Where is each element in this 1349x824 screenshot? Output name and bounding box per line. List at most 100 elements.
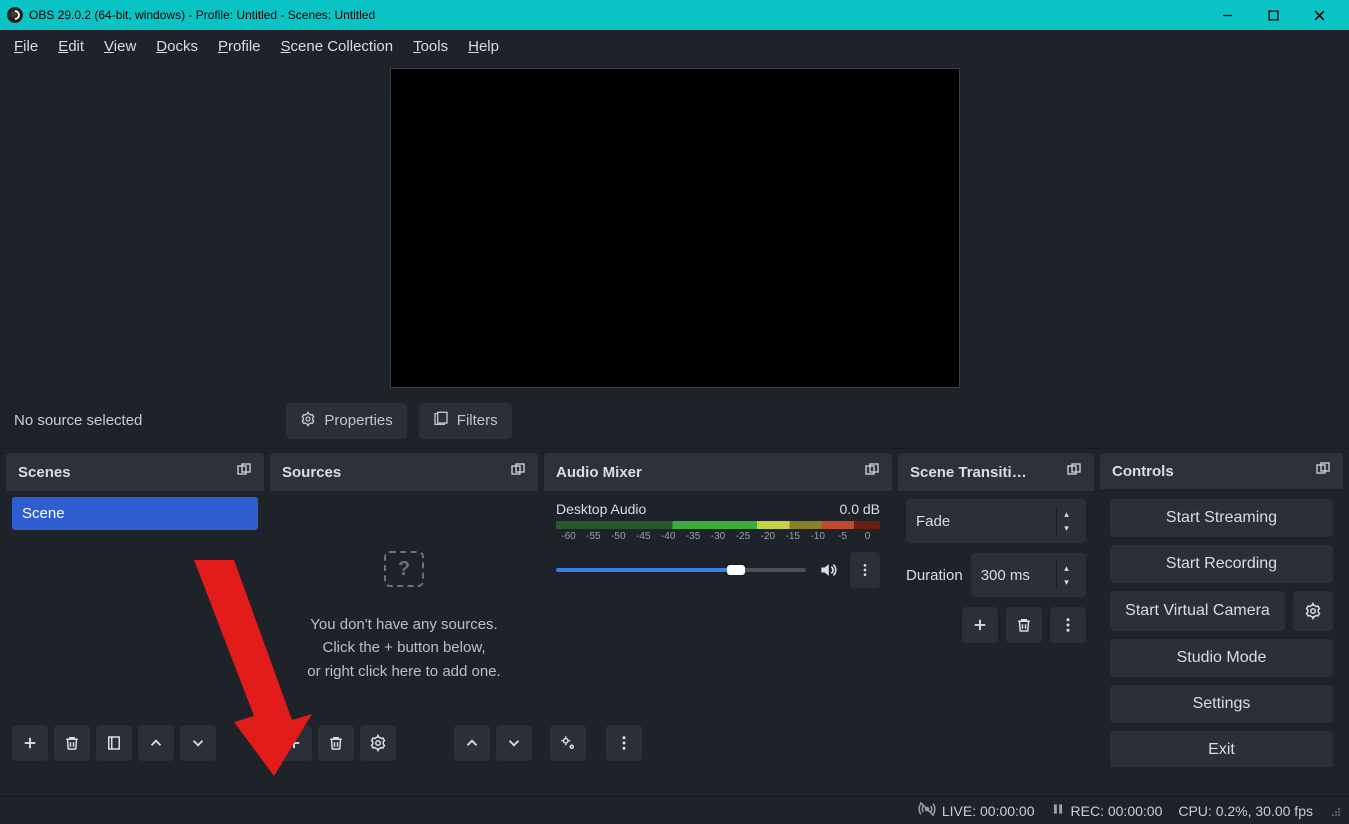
- scenes-list[interactable]: Scene: [6, 491, 264, 719]
- audio-meter: [556, 521, 880, 529]
- sources-header: Sources: [270, 453, 538, 491]
- gear-icon: [300, 411, 316, 431]
- add-transition-button[interactable]: [962, 607, 998, 643]
- duration-value: 300 ms: [981, 567, 1030, 584]
- menu-help[interactable]: Help: [468, 38, 499, 55]
- minimize-button[interactable]: [1204, 1, 1250, 29]
- chevron-down-icon: ▾: [1057, 521, 1076, 535]
- add-source-button[interactable]: [276, 725, 312, 761]
- audio-mixer-dock: Audio Mixer Desktop Audio 0.0 dB -60-55-…: [544, 453, 892, 767]
- virtual-camera-settings-button[interactable]: [1293, 591, 1333, 631]
- speaker-icon[interactable]: [814, 556, 842, 584]
- studio-mode-button[interactable]: Studio Mode: [1110, 639, 1333, 677]
- sources-dock: Sources ? You don't have any sources. Cl…: [270, 453, 538, 767]
- source-properties-button[interactable]: [360, 725, 396, 761]
- start-recording-button[interactable]: Start Recording: [1110, 545, 1333, 583]
- menu-tools[interactable]: Tools: [413, 38, 448, 55]
- volume-slider[interactable]: [556, 568, 806, 572]
- start-virtual-camera-button[interactable]: Start Virtual Camera: [1110, 591, 1285, 631]
- menu-docks[interactable]: Docks: [156, 38, 198, 55]
- transitions-dock: Scene Transiti… Fade ▴▾ Duration 300 ms …: [898, 453, 1094, 767]
- scenes-dock: Scenes Scene: [6, 453, 264, 767]
- remove-transition-button[interactable]: [1006, 607, 1042, 643]
- menu-scene-collection[interactable]: Scene Collection: [281, 38, 394, 55]
- filters-button[interactable]: Filters: [419, 403, 512, 439]
- audio-body: Desktop Audio 0.0 dB -60-55-50-45-40-35-…: [544, 491, 892, 719]
- popout-icon[interactable]: [1315, 461, 1331, 481]
- titlebar: OBS 29.0.2 (64-bit, windows) - Profile: …: [0, 0, 1349, 30]
- audio-track-db: 0.0 dB: [840, 501, 880, 517]
- source-down-button[interactable]: [496, 725, 532, 761]
- scene-down-button[interactable]: [180, 725, 216, 761]
- remove-source-button[interactable]: [318, 725, 354, 761]
- sources-title: Sources: [282, 464, 341, 481]
- transition-selected: Fade: [916, 513, 950, 530]
- audio-track-menu-button[interactable]: [850, 552, 880, 588]
- maximize-button[interactable]: [1250, 1, 1296, 29]
- record-status: REC: 00:00:00: [1051, 802, 1163, 819]
- audio-footer: [544, 719, 892, 767]
- chevron-up-icon: ▴: [1057, 561, 1076, 575]
- scene-item[interactable]: Scene: [12, 497, 258, 530]
- menu-edit[interactable]: Edit: [58, 38, 84, 55]
- window-buttons: [1204, 1, 1342, 29]
- audio-advanced-button[interactable]: [550, 725, 586, 761]
- transition-select-spinner[interactable]: ▴▾: [1056, 507, 1076, 535]
- sources-empty-line2: Click the + button below,: [288, 636, 520, 659]
- controls-header: Controls: [1100, 453, 1343, 489]
- menu-profile[interactable]: Profile: [218, 38, 261, 55]
- transitions-body: Fade ▴▾ Duration 300 ms ▴▾: [898, 491, 1094, 651]
- popout-icon[interactable]: [864, 462, 880, 482]
- popout-icon[interactable]: [1066, 462, 1082, 482]
- sources-footer: [270, 719, 538, 767]
- start-streaming-button[interactable]: Start Streaming: [1110, 499, 1333, 537]
- duration-input[interactable]: 300 ms ▴▾: [971, 553, 1086, 597]
- scenes-title: Scenes: [18, 464, 71, 481]
- popout-icon[interactable]: [236, 462, 252, 482]
- exit-button[interactable]: Exit: [1110, 731, 1333, 767]
- menubar: File Edit View Docks Profile Scene Colle…: [0, 30, 1349, 63]
- transition-select[interactable]: Fade ▴▾: [906, 499, 1086, 543]
- program-preview[interactable]: [390, 68, 960, 388]
- menu-file[interactable]: File: [14, 38, 38, 55]
- window-title: OBS 29.0.2 (64-bit, windows) - Profile: …: [29, 8, 375, 22]
- audio-title: Audio Mixer: [556, 464, 642, 481]
- scenes-header: Scenes: [6, 453, 264, 491]
- live-time: LIVE: 00:00:00: [942, 803, 1035, 819]
- properties-label: Properties: [324, 412, 392, 429]
- cpu-status: CPU: 0.2%, 30.00 fps: [1178, 803, 1313, 819]
- scene-up-button[interactable]: [138, 725, 174, 761]
- duration-label: Duration: [906, 567, 963, 584]
- filters-label: Filters: [457, 412, 498, 429]
- no-source-label: No source selected: [14, 412, 142, 429]
- transitions-title: Scene Transiti…: [910, 464, 1027, 481]
- audio-track: Desktop Audio 0.0 dB -60-55-50-45-40-35-…: [548, 495, 888, 592]
- audio-menu-button[interactable]: [606, 725, 642, 761]
- cpu-text: CPU: 0.2%, 30.00 fps: [1178, 803, 1313, 819]
- source-toolbar: No source selected Properties Filters: [0, 393, 1349, 449]
- obs-logo-icon: [7, 7, 23, 23]
- sources-empty-line1: You don't have any sources.: [288, 613, 520, 636]
- sources-empty-line3: or right click here to add one.: [288, 660, 520, 683]
- controls-title: Controls: [1112, 463, 1174, 480]
- question-icon: ?: [384, 551, 424, 587]
- remove-scene-button[interactable]: [54, 725, 90, 761]
- popout-icon[interactable]: [510, 462, 526, 482]
- statusbar: LIVE: 00:00:00 REC: 00:00:00 CPU: 0.2%, …: [0, 796, 1349, 824]
- broadcast-off-icon: [918, 800, 936, 821]
- duration-spinner[interactable]: ▴▾: [1056, 561, 1076, 589]
- properties-button[interactable]: Properties: [286, 403, 406, 439]
- close-button[interactable]: [1296, 1, 1342, 29]
- transition-menu-button[interactable]: [1050, 607, 1086, 643]
- source-up-button[interactable]: [454, 725, 490, 761]
- chevron-up-icon: ▴: [1057, 507, 1076, 521]
- scene-filter-button[interactable]: [96, 725, 132, 761]
- sources-list[interactable]: ? You don't have any sources. Click the …: [270, 491, 538, 719]
- resize-grip[interactable]: [1329, 805, 1341, 817]
- add-scene-button[interactable]: [12, 725, 48, 761]
- menu-view[interactable]: View: [104, 38, 136, 55]
- preview-area: [0, 63, 1349, 393]
- chevron-down-icon: ▾: [1057, 575, 1076, 589]
- audio-track-name: Desktop Audio: [556, 501, 646, 517]
- settings-button[interactable]: Settings: [1110, 685, 1333, 723]
